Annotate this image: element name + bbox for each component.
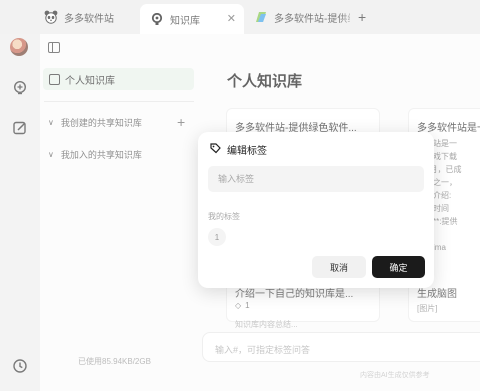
tag-input[interactable]	[208, 166, 424, 192]
dialog-title: 编辑标签	[227, 146, 267, 157]
tag-icon	[210, 142, 221, 157]
cancel-button[interactable]: 取消	[312, 256, 366, 278]
tag-chip[interactable]: 1	[208, 228, 226, 246]
my-tags-label: 我的标签	[208, 212, 240, 221]
confirm-button[interactable]: 确定	[372, 256, 425, 278]
edit-tags-dialog: 编辑标签 我的标签 1 取消 确定	[198, 132, 434, 288]
dialog-header: 编辑标签	[210, 142, 267, 157]
